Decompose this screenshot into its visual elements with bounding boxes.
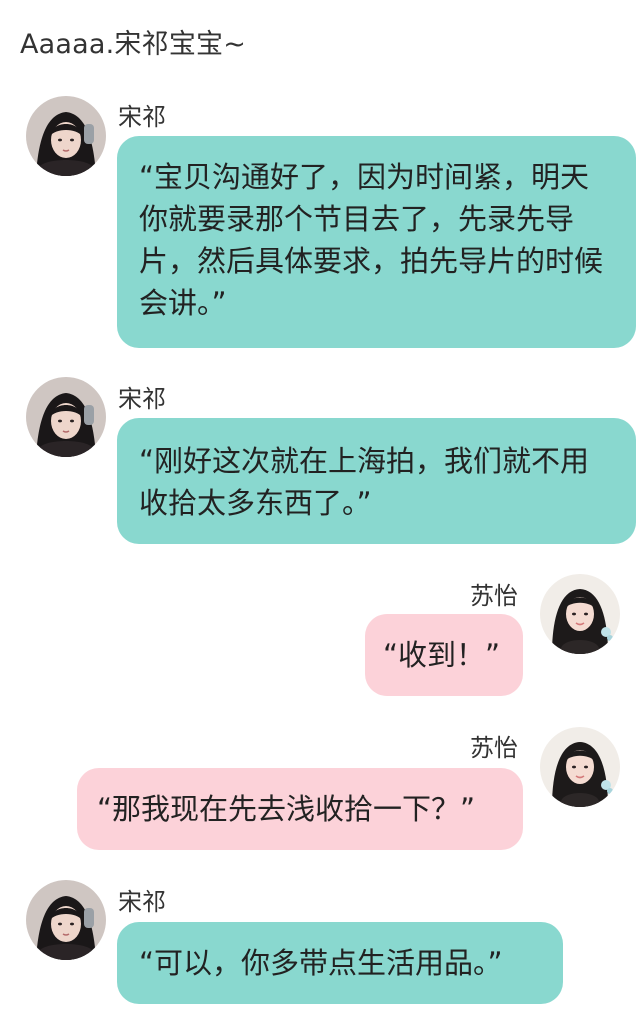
avatar-suyi-icon[interactable] xyxy=(540,574,620,654)
message-sender: 苏怡 xyxy=(470,734,518,762)
message-sender: 苏怡 xyxy=(470,582,518,610)
message-sender: 宋祁 xyxy=(118,888,166,916)
chat-title: Aaaaa.宋祁宝宝~ xyxy=(20,29,247,60)
avatar-songqi-icon[interactable] xyxy=(26,377,106,457)
message-bubble[interactable]: “那我现在先去浅收拾一下？” xyxy=(77,768,523,850)
avatar-suyi-icon[interactable] xyxy=(540,727,620,807)
message-bubble[interactable]: “刚好这次就在上海拍，我们就不用收拾太多东西了。” xyxy=(117,418,636,544)
message-bubble[interactable]: “可以，你多带点生活用品。” xyxy=(117,922,563,1004)
avatar-songqi-icon[interactable] xyxy=(26,880,106,960)
message-sender: 宋祁 xyxy=(118,103,166,131)
message-bubble[interactable]: “收到！” xyxy=(365,614,523,696)
message-sender: 宋祁 xyxy=(118,385,166,413)
message-bubble[interactable]: “宝贝沟通好了，因为时间紧，明天你就要录那个节目去了，先录先导片，然后具体要求，… xyxy=(117,136,636,348)
avatar-songqi-icon[interactable] xyxy=(26,96,106,176)
